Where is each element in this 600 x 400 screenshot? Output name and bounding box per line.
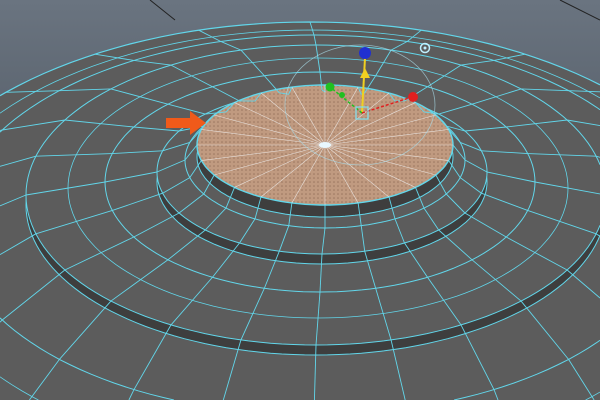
3d-viewport[interactable] <box>0 0 600 400</box>
viewport-canvas[interactable] <box>0 0 600 400</box>
disc-mesh[interactable] <box>0 21 600 400</box>
x-axis-handle-tip[interactable] <box>408 92 418 102</box>
green-handle[interactable] <box>325 82 335 92</box>
green-handle-small[interactable] <box>339 92 345 98</box>
face-center <box>319 142 331 148</box>
z-axis-handle[interactable] <box>359 47 371 59</box>
